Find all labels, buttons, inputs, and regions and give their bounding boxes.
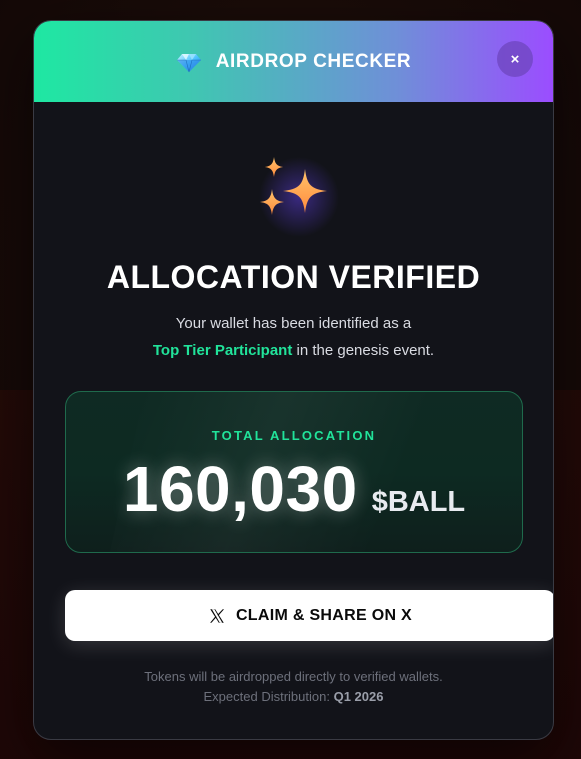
allocation-heading: ALLOCATION VERIFIED [106, 259, 481, 295]
modal-title: AIRDROP CHECKER [215, 50, 412, 72]
footer-line-2: Expected Distribution: Q1 2026 [34, 687, 553, 707]
modal-header: AIRDROP CHECKER × [34, 21, 553, 102]
tier-highlight: Top Tier Participant [152, 342, 293, 359]
airdrop-modal: AIRDROP CHECKER × ALLOCATION VERIFIED Yo… [33, 20, 554, 740]
distribution-prefix: Expected Distribution: [203, 689, 334, 704]
header-title-group: AIRDROP CHECKER [34, 21, 553, 102]
claim-share-button[interactable]: CLAIM & SHARE ON X [65, 590, 553, 641]
allocation-amount-row: 160,030 $BALL [66, 452, 522, 526]
sparkles-icon [258, 157, 339, 237]
allocation-label: TOTAL ALLOCATION [211, 428, 377, 443]
token-symbol: $BALL [371, 486, 466, 518]
claim-button-label: CLAIM & SHARE ON X [235, 606, 413, 624]
footer-note: Tokens will be airdropped directly to ve… [34, 667, 553, 707]
footer-line-1: Tokens will be airdropped directly to ve… [144, 669, 443, 684]
allocation-card: TOTAL ALLOCATION 160,030 $BALL [65, 391, 523, 553]
close-button[interactable]: × [497, 41, 533, 77]
allocation-amount: 160,030 [122, 453, 358, 525]
description-line-2-rest: in the genesis event. [292, 342, 435, 359]
distribution-date: Q1 2026 [333, 689, 384, 704]
description-line-1: Your wallet has been identified as a [175, 315, 412, 332]
description-line-2: Top Tier Participant in the genesis even… [153, 342, 434, 359]
description: Your wallet has been identified as a Top… [34, 310, 553, 364]
x-logo-icon [210, 608, 225, 623]
hero-icon-wrap [34, 149, 553, 239]
gem-icon [176, 53, 201, 72]
close-icon: × [510, 50, 520, 68]
